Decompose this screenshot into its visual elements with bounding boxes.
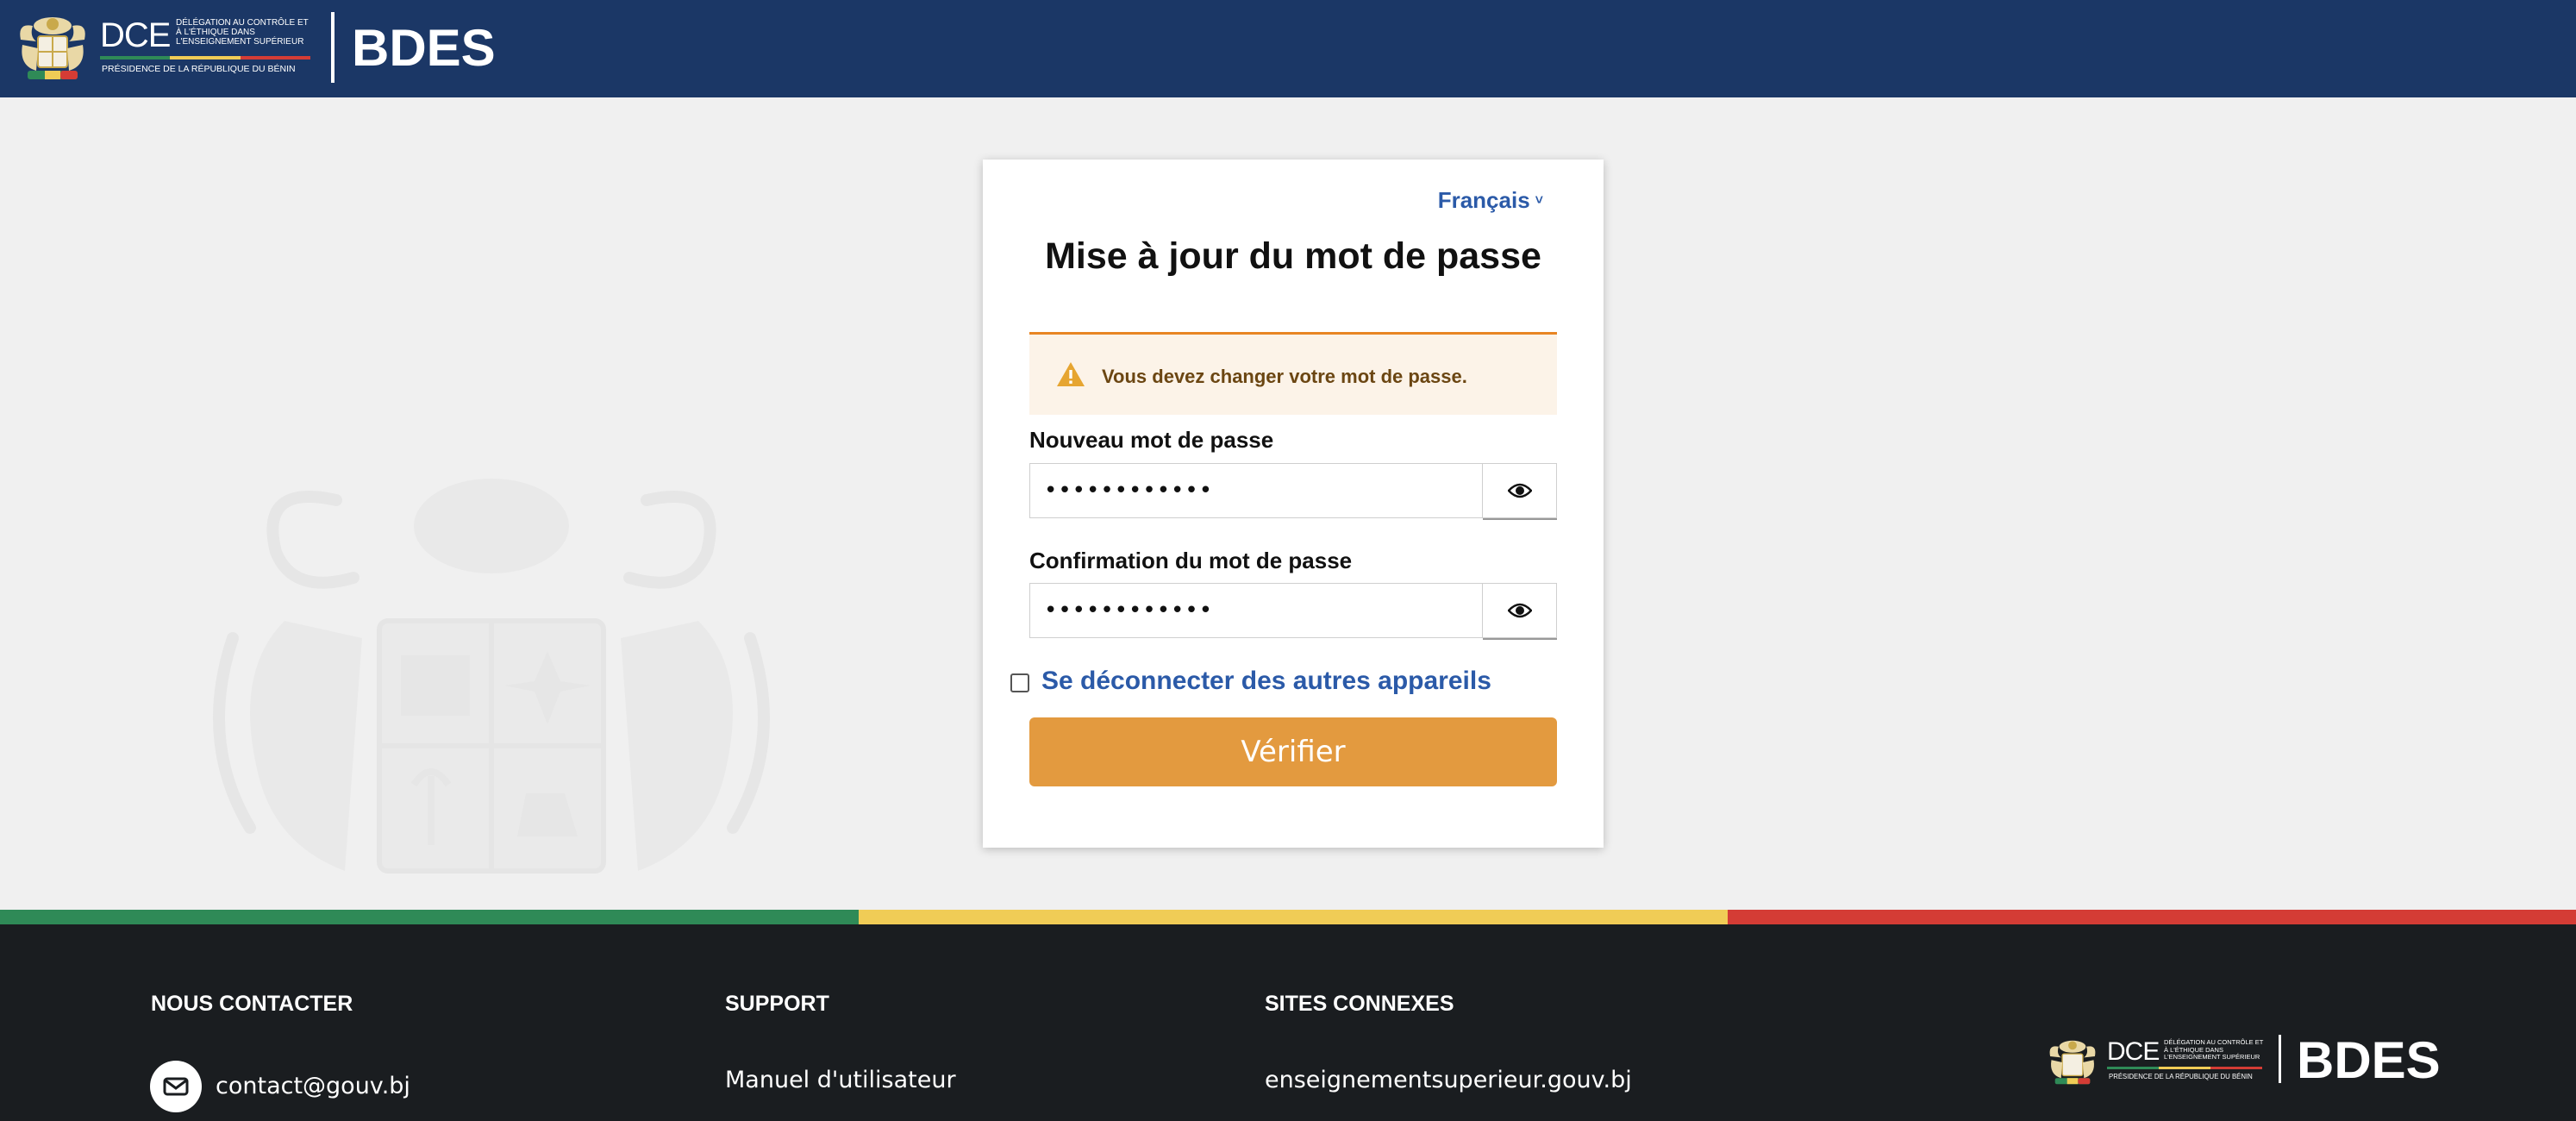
brand-logo[interactable]: BDES	[352, 14, 496, 83]
new-password-label: Nouveau mot de passe	[1029, 427, 1274, 453]
eye-icon	[1507, 483, 1532, 498]
coat-of-arms-icon[interactable]	[14, 14, 91, 83]
related-site-link[interactable]: enseignementsuperieur.gouv.bj	[1265, 1067, 1632, 1093]
show-confirm-password-button[interactable]	[1483, 583, 1557, 638]
footer-dce-description: Délégation au contrôle et à l'éthique da…	[2164, 1038, 2264, 1061]
footer-brand-logo[interactable]: BDES	[2297, 1033, 2441, 1088]
footer-dce-logo[interactable]: DCE Délégation au contrôle et à l'éthiqu…	[2107, 1036, 2263, 1085]
alert-message: Vous devez changer votre mot de passe.	[1102, 366, 1467, 387]
footer-dce-flag-bar	[2107, 1067, 2262, 1069]
flag-green	[0, 910, 859, 924]
warning-alert: Vous devez changer votre mot de passe.	[1029, 332, 1557, 415]
language-label: Français	[1437, 187, 1530, 213]
eye-icon	[1507, 603, 1532, 618]
flag-yellow	[859, 910, 1728, 924]
logout-other-devices-checkbox[interactable]	[1010, 673, 1029, 692]
site-header: DCE Délégation au contrôle et à l'éthiqu…	[0, 0, 2576, 97]
envelope-icon[interactable]	[150, 1061, 202, 1112]
password-update-card: Français ˅ Mise à jour du mot de passe Vo…	[983, 160, 1604, 848]
new-password-input[interactable]	[1029, 463, 1483, 518]
coat-of-arms-watermark	[213, 479, 770, 874]
flag-red	[1728, 910, 2576, 924]
user-manual-link[interactable]: Manuel d'utilisateur	[725, 1067, 956, 1093]
warning-icon	[1057, 362, 1085, 386]
logout-other-devices-row: Se déconnecter des autres appareils	[1010, 667, 1491, 696]
footer-dce-letters: DCE	[2107, 1037, 2160, 1066]
support-heading: SUPPORT	[725, 992, 829, 1016]
coat-of-arms-icon[interactable]	[2045, 1038, 2100, 1087]
header-divider	[331, 12, 335, 83]
related-sites-heading: SITES CONNEXES	[1265, 992, 1454, 1016]
dce-subtitle: Présidence de la République du Bénin	[102, 64, 296, 74]
language-selector[interactable]: Français ˅	[1438, 187, 1543, 214]
dce-description: Délégation au contrôle et à l'éthique da…	[176, 18, 309, 47]
contact-heading: NOUS CONTACTER	[151, 992, 353, 1016]
site-footer: NOUS CONTACTER contact@gouv.bj SUPPORT M…	[0, 924, 2576, 1121]
logout-other-devices-label[interactable]: Se déconnecter des autres appareils	[1041, 667, 1491, 696]
footer-divider	[2279, 1035, 2281, 1083]
dce-letters: DCE	[100, 16, 171, 54]
contact-email-link[interactable]: contact@gouv.bj	[216, 1073, 410, 1099]
footer-dce-subtitle: Présidence de la République du Bénin	[2109, 1073, 2253, 1080]
confirm-password-group	[1029, 583, 1557, 638]
dce-logo[interactable]: DCE Délégation au contrôle et à l'éthiqu…	[100, 16, 312, 81]
confirm-password-input[interactable]	[1029, 583, 1483, 638]
dce-flag-bar	[100, 56, 310, 59]
page-title: Mise à jour du mot de passe	[1045, 235, 1541, 277]
show-new-password-button[interactable]	[1483, 463, 1557, 518]
confirm-password-label: Confirmation du mot de passe	[1029, 548, 1353, 573]
flag-stripe	[0, 910, 2576, 924]
verify-button[interactable]: Vérifier	[1029, 717, 1557, 786]
chevron-down-icon: ˅	[1535, 193, 1543, 208]
new-password-group	[1029, 463, 1557, 518]
